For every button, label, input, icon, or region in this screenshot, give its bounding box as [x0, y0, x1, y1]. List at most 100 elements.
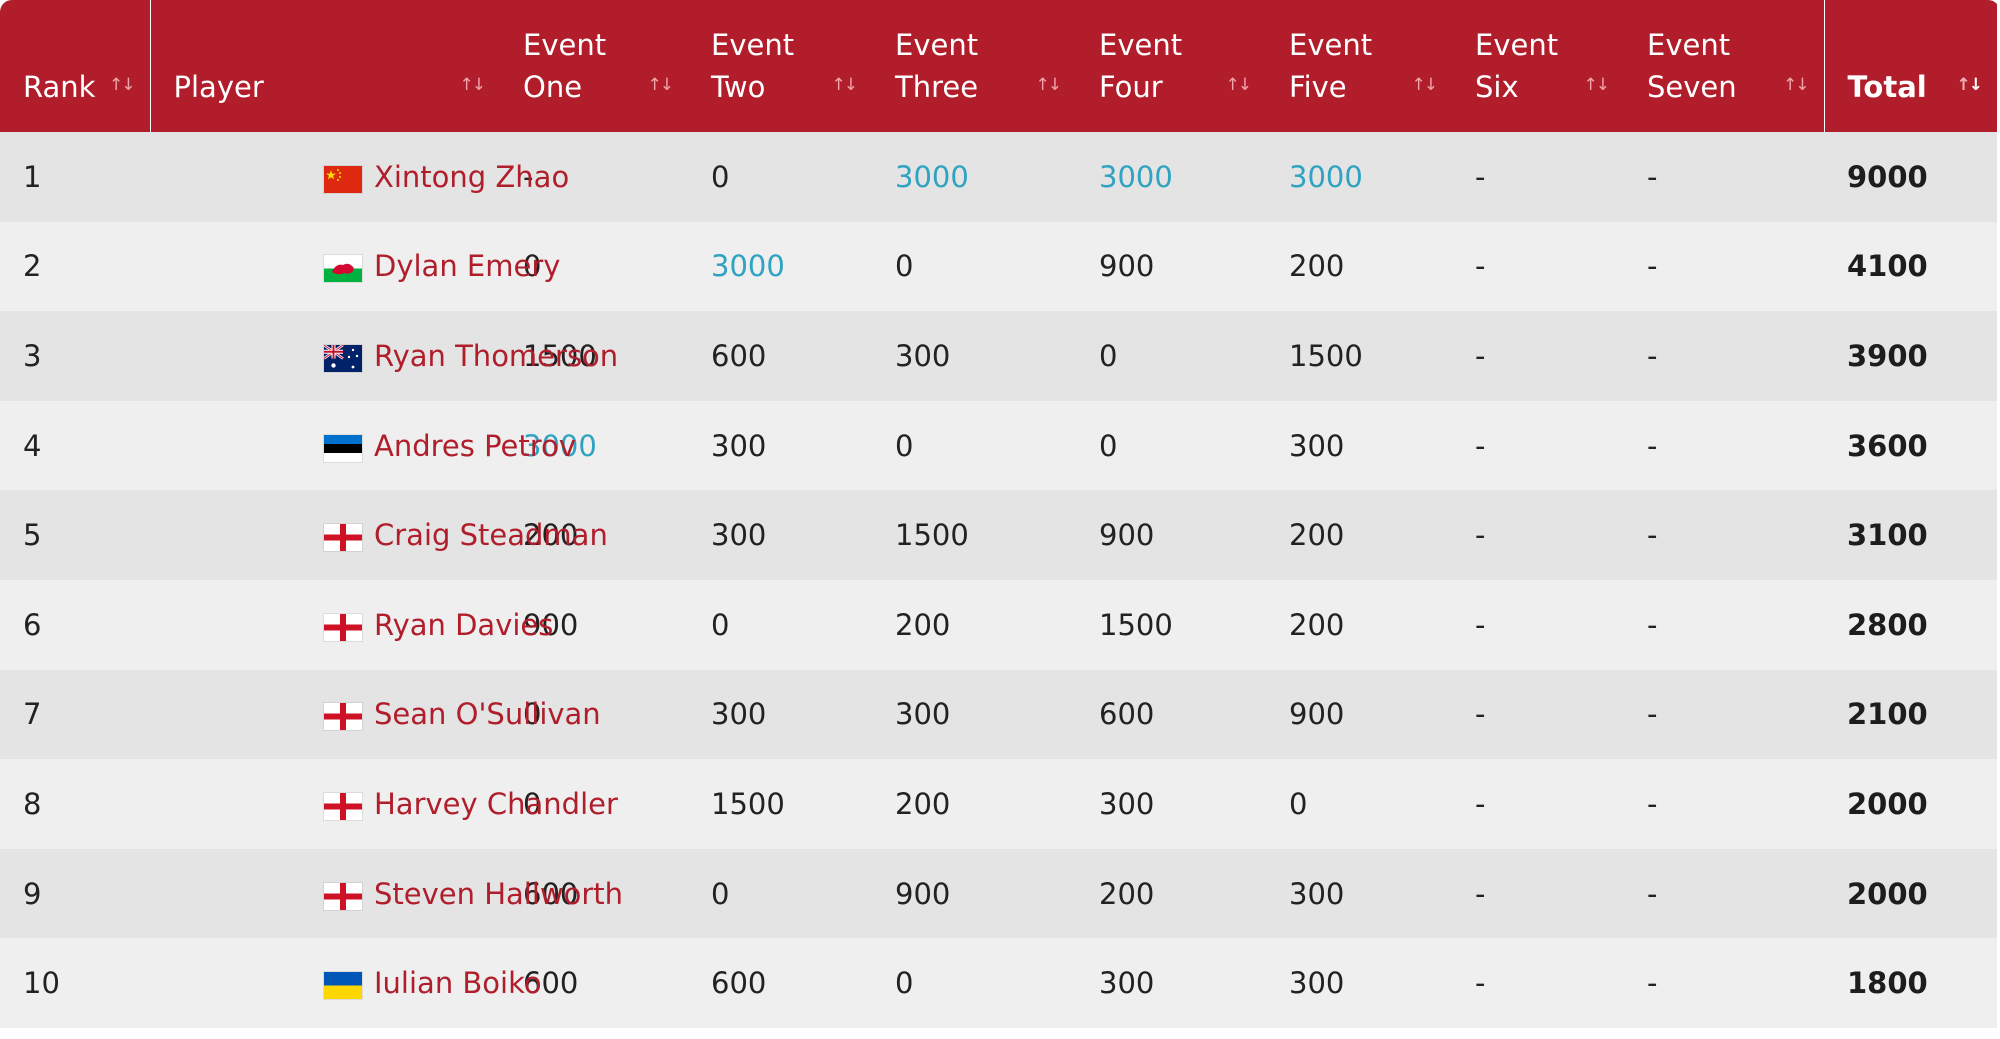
- player-link[interactable]: Steven Hallworth: [374, 877, 623, 911]
- england-flag-icon: [324, 792, 362, 820]
- event-3-cell: 300: [895, 338, 951, 373]
- table-row: 8 Harvey Chandler 0 1500 200 300 0- -2000: [0, 759, 1997, 849]
- event-3-cell: 300: [895, 697, 951, 732]
- column-header-event-six[interactable]: Event Six ↑↓: [1452, 0, 1624, 132]
- event-5-cell: 200: [1289, 607, 1345, 642]
- column-header-event-four[interactable]: Event Four ↑↓: [1076, 0, 1266, 132]
- player-cell: Andres Petrov: [150, 401, 576, 491]
- event-6-cell: -: [1475, 428, 1486, 463]
- event-2-cell: 300: [711, 697, 767, 732]
- player-link[interactable]: Sean O'Sullivan: [374, 697, 601, 731]
- table-body: 1 Xintong Zhao -0 3000 3000 3000- -9000 2 Dylan …: [0, 132, 1997, 1028]
- column-header-label-line2: Six: [1475, 70, 1519, 104]
- table-row: 10 Iulian Boiko 600 600 0 300 300- -1800: [0, 938, 1997, 1028]
- column-header-label: Total: [1847, 70, 1927, 104]
- event-5-cell: 300: [1289, 966, 1345, 1001]
- event-6-cell: -: [1475, 249, 1486, 284]
- column-header-rank[interactable]: Rank ↑↓: [0, 0, 151, 132]
- rank-cell: 4: [23, 428, 42, 463]
- table-row: 3 Ryan Thomerson 1500 600 300 0 1500- -3900: [0, 311, 1997, 401]
- player-link[interactable]: Andres Petrov: [374, 429, 576, 463]
- total-cell: 3900: [1847, 338, 1928, 373]
- total-cell: 2000: [1847, 876, 1928, 911]
- table-row: 9 Steven Hallworth 600 0 900 200 300- -2000: [0, 848, 1997, 939]
- event-3-cell: 0: [895, 966, 914, 1001]
- event-3-cell: 3000: [895, 159, 969, 194]
- total-cell: 2000: [1847, 786, 1928, 821]
- event-4-cell: 200: [1099, 876, 1155, 911]
- column-header-event-three[interactable]: Event Three ↑↓: [872, 0, 1076, 132]
- event-7-cell: -: [1647, 518, 1658, 553]
- table-row: 1 Xintong Zhao -0 3000 3000 3000- -9000: [0, 132, 1997, 222]
- column-header-label-line1: Event: [711, 28, 795, 62]
- total-cell: 2800: [1847, 607, 1928, 642]
- player-cell: Ryan Thomerson: [150, 311, 618, 401]
- china-flag-icon: [324, 165, 362, 193]
- player-link[interactable]: Dylan Emery: [374, 249, 560, 283]
- sort-arrows-icon[interactable]: ↑↓: [1226, 77, 1252, 94]
- rank-cell: 10: [23, 966, 60, 1001]
- event-5-cell: 300: [1289, 876, 1345, 911]
- player-cell: Iulian Boiko: [150, 938, 542, 1028]
- header-row: Rank ↑↓ Player ↑↓ Event One ↑↓ Event Two…: [0, 0, 1997, 132]
- sort-arrows-icon[interactable]: ↑↓: [1412, 77, 1438, 94]
- event-6-cell: -: [1475, 607, 1486, 642]
- australia-flag-icon: [324, 344, 362, 372]
- rank-cell: 6: [23, 607, 42, 642]
- event-2-cell: 3000: [711, 249, 785, 284]
- player-cell: Harvey Chandler: [150, 759, 618, 849]
- wales-flag-icon: [324, 255, 362, 283]
- sort-arrows-icon[interactable]: ↑↓: [460, 77, 486, 94]
- sort-arrows-icon[interactable]: ↑↓: [1036, 77, 1062, 94]
- column-header-event-seven[interactable]: Event Seven ↑↓: [1624, 0, 1825, 132]
- column-header-player[interactable]: Player ↑↓: [150, 0, 500, 132]
- sort-arrows-icon[interactable]: ↑↓: [1783, 77, 1809, 94]
- column-header-event-five[interactable]: Event Five ↑↓: [1266, 0, 1452, 132]
- event-4-cell: 300: [1099, 786, 1155, 821]
- column-header-total[interactable]: Total ↑↓: [1824, 0, 1997, 132]
- rank-cell: 8: [23, 786, 42, 821]
- sort-descending-icon[interactable]: ↑↓: [1957, 77, 1984, 94]
- sort-arrows-icon[interactable]: ↑↓: [109, 77, 135, 94]
- player-cell: Steven Hallworth: [150, 849, 623, 939]
- rank-cell: 3: [23, 338, 42, 373]
- player-link[interactable]: Harvey Chandler: [374, 787, 618, 821]
- column-header-label-line2: Seven: [1647, 70, 1737, 104]
- event-4-cell: 900: [1099, 249, 1155, 284]
- estonia-flag-icon: [324, 434, 362, 462]
- column-header-label-line1: Event: [895, 28, 979, 62]
- column-header-label-line1: Event: [1099, 28, 1183, 62]
- event-6-cell: -: [1475, 518, 1486, 553]
- total-cell: 3100: [1847, 518, 1928, 553]
- sort-arrows-icon[interactable]: ↑↓: [648, 77, 674, 94]
- event-4-cell: 300: [1099, 966, 1155, 1001]
- column-header-label: Player: [173, 70, 264, 104]
- sort-arrows-icon[interactable]: ↑↓: [832, 77, 858, 94]
- sort-arrows-icon[interactable]: ↑↓: [1584, 77, 1610, 94]
- player-cell: Dylan Emery: [150, 222, 560, 312]
- event-3-cell: 0: [895, 249, 914, 284]
- event-3-cell: 0: [895, 428, 914, 463]
- rank-cell: 2: [23, 249, 42, 284]
- player-link[interactable]: Craig Steadman: [374, 518, 608, 552]
- player-link[interactable]: Iulian Boiko: [374, 966, 542, 1000]
- player-link[interactable]: Ryan Thomerson: [374, 339, 618, 373]
- rankings-table: Rank ↑↓ Player ↑↓ Event One ↑↓ Event Two…: [0, 0, 1997, 1028]
- event-3-cell: 200: [895, 607, 951, 642]
- event-4-cell: 3000: [1099, 159, 1173, 194]
- column-header-event-one[interactable]: Event One ↑↓: [500, 0, 688, 132]
- event-3-cell: 200: [895, 786, 951, 821]
- total-cell: 1800: [1847, 966, 1928, 1001]
- column-header-label-line1: Event: [523, 28, 607, 62]
- event-2-cell: 600: [711, 338, 767, 373]
- column-header-event-two[interactable]: Event Two ↑↓: [688, 0, 872, 132]
- player-link[interactable]: Xintong Zhao: [374, 160, 569, 194]
- rank-cell: 5: [23, 518, 42, 553]
- column-header-label-line2: Two: [711, 70, 766, 104]
- player-link[interactable]: Ryan Davies: [374, 608, 553, 642]
- event-2-cell: 600: [711, 966, 767, 1001]
- table-row: 4 Andres Petrov 3000 300 0 0 300- -3600: [0, 400, 1997, 491]
- total-cell: 9000: [1847, 159, 1928, 194]
- event-7-cell: -: [1647, 876, 1658, 911]
- total-cell: 4100: [1847, 249, 1928, 284]
